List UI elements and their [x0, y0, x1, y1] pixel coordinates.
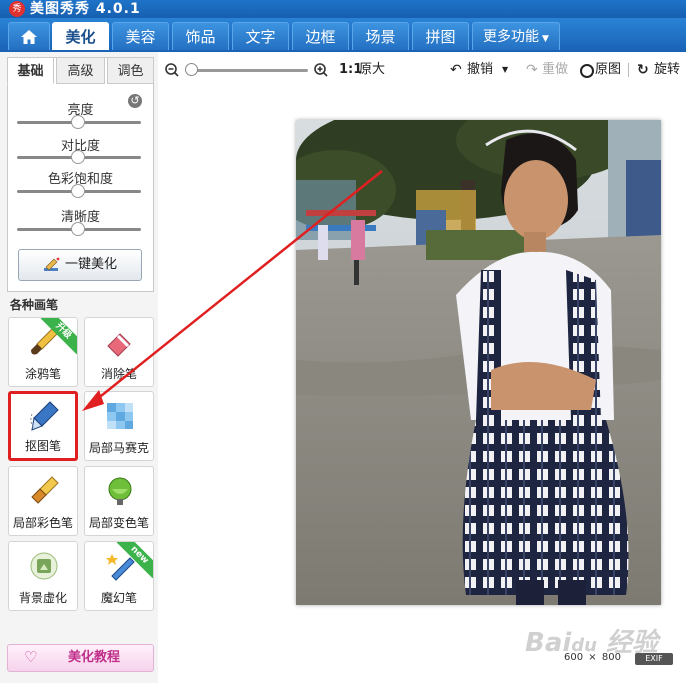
- size-separator: ×: [588, 652, 597, 663]
- exif-button[interactable]: EXIF: [635, 653, 673, 665]
- image-width: 600: [564, 652, 584, 663]
- image-size-status: 600 × 800: [564, 652, 621, 663]
- image-height: 800: [601, 652, 621, 663]
- annotation-arrow: [82, 170, 383, 411]
